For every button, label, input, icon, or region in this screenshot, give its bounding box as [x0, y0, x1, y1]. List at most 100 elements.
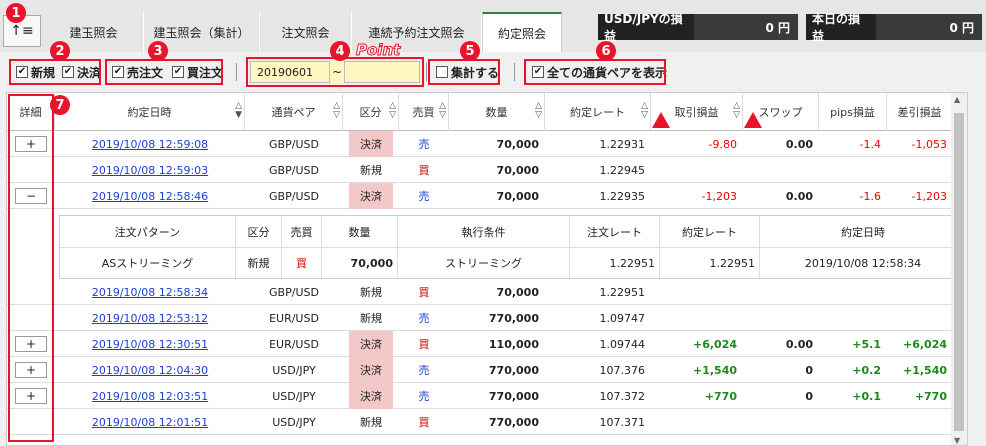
sort-icon: △ ▼	[235, 101, 242, 120]
sell-order-checkbox[interactable]: ✔ 売注文	[108, 62, 167, 82]
col-side-label: 売買	[412, 106, 435, 119]
sort-icon: △ ▽	[389, 101, 396, 120]
col-pair[interactable]: 通貨ペア △ ▽	[245, 93, 343, 131]
cell-pl	[651, 279, 743, 305]
expand-toggle-button[interactable]: +	[15, 136, 47, 152]
cell-side: 買	[418, 286, 430, 299]
cell-kbn: 決済	[349, 183, 393, 209]
col-kbn-label: 区分	[359, 106, 382, 119]
col-pips: pips損益	[819, 93, 887, 131]
table-row: +2019/10/08 12:04:30 USD/JPY 決済 売 770,000 107…	[7, 357, 967, 383]
scroll-up-icon[interactable]: ▲	[954, 95, 960, 104]
cell-pips: -1.4	[859, 137, 881, 151]
col-pl-label: 取引損益	[674, 106, 719, 119]
expand-toggle-button[interactable]: +	[15, 388, 47, 404]
sort-icon: △ ▽	[333, 101, 340, 120]
col-qty[interactable]: 数量 △ ▽	[449, 93, 545, 131]
col-datetime[interactable]: 約定日時 △ ▼	[55, 93, 245, 131]
col-qty-label: 数量	[485, 106, 508, 119]
checkbox-icon	[436, 66, 448, 78]
cell-net: +770	[914, 389, 947, 403]
col-rate[interactable]: 約定レート △ ▽	[545, 93, 651, 131]
col-kbn[interactable]: 区分 △ ▽	[343, 93, 399, 131]
cell-pl	[651, 305, 743, 331]
cell-side: 売	[418, 390, 430, 403]
cell-pl: +1,540	[692, 363, 737, 377]
scroll-down-icon[interactable]: ▼	[954, 436, 960, 445]
new-checkbox[interactable]: ✔ 新規	[12, 62, 59, 82]
cell-qty: 110,000	[488, 337, 539, 351]
col-rate-label: 約定レート	[570, 106, 625, 119]
buy-label: 買注文	[187, 65, 224, 80]
annotation-marker: 4	[330, 41, 350, 61]
cell-kbn: 決済	[349, 331, 393, 357]
vertical-scrollbar[interactable]: ▲ ▼	[951, 93, 967, 445]
cell-swap: 0.00	[785, 137, 813, 151]
cell-dt[interactable]: 2019/10/08 12:04:30	[55, 357, 245, 383]
cell-dt[interactable]: 2019/10/08 12:58:46	[55, 183, 245, 209]
cell-qty: 770,000	[488, 363, 539, 377]
cell-rate: 107.376	[599, 363, 646, 377]
sub-col-kbn: 区分	[236, 216, 282, 248]
cell-dt[interactable]: 2019/10/08 12:59:08	[55, 131, 245, 157]
cell-dt[interactable]: 2019/10/08 12:53:12	[55, 305, 245, 331]
cell-pair: GBP/USD	[269, 285, 319, 299]
sort-icon: △ ▽	[439, 101, 446, 120]
table-row: +2019/10/08 12:59:08 GBP/USD 決済 売 70,000 1.22…	[7, 131, 967, 157]
cell-dt[interactable]: 2019/10/08 12:30:51	[55, 331, 245, 357]
cell-pips: +0.1	[852, 389, 881, 403]
cell-swap	[743, 279, 819, 305]
today-pl-value: 0 円	[876, 14, 982, 40]
cell-dt[interactable]: 2019/10/08 12:01:51	[55, 409, 245, 435]
sub-pattern: ASストリーミング	[60, 248, 236, 278]
cell-pips	[819, 279, 887, 305]
detail-subtable: 注文パターン 区分 売買 数量 執行条件 注文レート 約定レート 約定日時 AS…	[59, 215, 967, 279]
cell-qty: 770,000	[488, 389, 539, 403]
col-side[interactable]: 売買 △ ▽	[399, 93, 449, 131]
date-to-input[interactable]	[344, 61, 420, 83]
sub-col-pattern: 注文パターン	[60, 216, 236, 248]
cell-pips	[819, 409, 887, 435]
usdjpy-pl-panel: USD/JPYの損益 0 円	[598, 12, 798, 43]
cell-swap: 0	[805, 389, 813, 403]
cell-side: 売	[418, 138, 430, 151]
cell-pl	[651, 409, 743, 435]
cell-qty: 70,000	[496, 137, 539, 151]
sub-side: 買	[282, 248, 322, 278]
sub-col-orate: 注文レート	[570, 216, 660, 248]
cell-rate: 1.22935	[599, 189, 646, 203]
cell-swap	[743, 157, 819, 183]
all-pairs-checkbox[interactable]: ✔ 全ての通貨ペアを表示	[528, 62, 671, 82]
cell-pips: -1.6	[859, 189, 881, 203]
cell-dt[interactable]: 2019/10/08 12:03:51	[55, 383, 245, 409]
cell-pair: USD/JPY	[272, 415, 316, 429]
cell-dt[interactable]: 2019/10/08 12:59:03	[55, 157, 245, 183]
new-label: 新規	[31, 65, 56, 80]
expand-toggle-button[interactable]: +	[15, 336, 47, 352]
cell-pair: EUR/USD	[269, 337, 319, 351]
expand-toggle-button[interactable]: +	[15, 362, 47, 378]
date-from-input[interactable]: 20190601	[250, 61, 330, 83]
cell-kbn: 決済	[349, 357, 393, 383]
buy-order-checkbox[interactable]: ✔ 買注文	[168, 62, 227, 82]
annotation-marker: 2	[50, 41, 70, 61]
cell-side: 売	[418, 312, 430, 325]
aggregate-checkbox[interactable]: 集計する	[432, 62, 503, 82]
detail-cell	[7, 305, 55, 331]
tab-executions[interactable]: 約定照会	[482, 12, 562, 52]
divider	[426, 63, 427, 81]
cell-net: -1,203	[911, 189, 947, 203]
scrollbar-thumb[interactable]	[954, 113, 964, 431]
annotation-arrow	[744, 112, 762, 128]
cell-dt[interactable]: 2019/10/08 12:58:34	[55, 279, 245, 305]
cell-kbn: 新規	[360, 416, 382, 429]
cell-net	[887, 409, 953, 435]
cell-net	[887, 279, 953, 305]
settle-checkbox[interactable]: ✔ 決済	[58, 62, 105, 82]
cell-side: 買	[418, 338, 430, 351]
cell-rate: 1.09747	[599, 311, 646, 325]
sub-rate: 1.22951	[660, 248, 760, 278]
sub-col-cond: 執行条件	[398, 216, 570, 248]
expand-toggle-button[interactable]: −	[15, 188, 47, 204]
aggregate-label: 集計する	[451, 65, 500, 80]
